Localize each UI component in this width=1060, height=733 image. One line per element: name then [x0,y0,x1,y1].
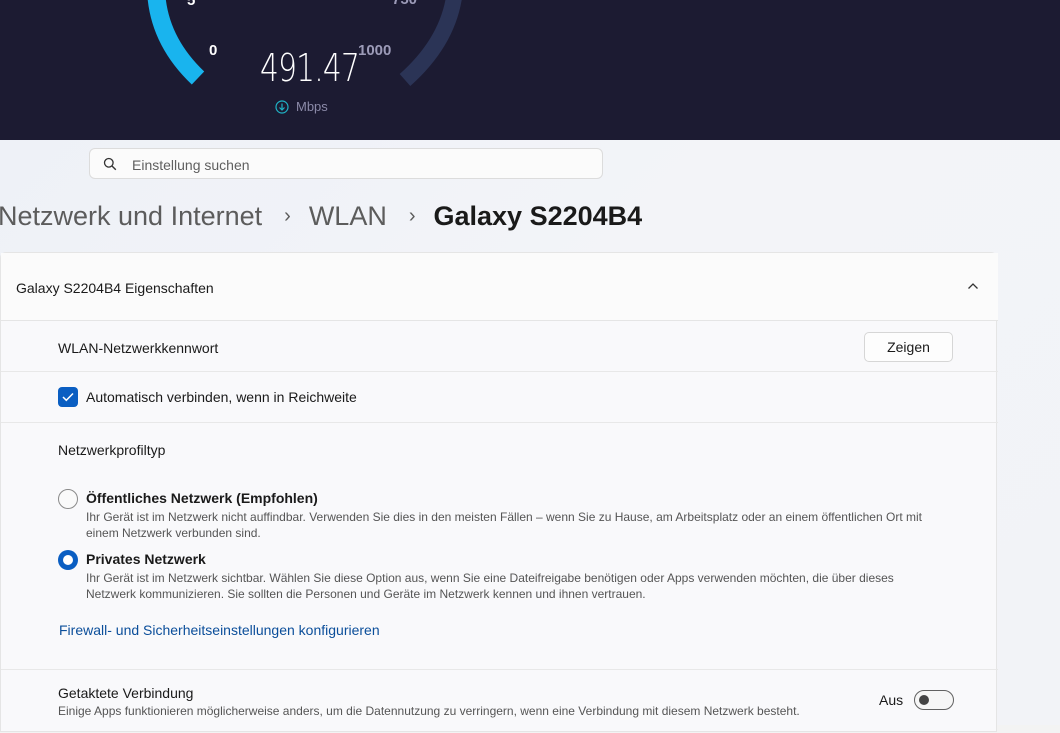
search-box[interactable] [89,148,603,180]
page-title: Galaxy S2204B4 [433,200,643,231]
settings-window: Netzwerk und Internet › WLAN › Galaxy S2… [0,140,1060,732]
metered-connection-desc: Einige Apps funktionieren möglicherweise… [58,704,800,718]
breadcrumb-item-wlan[interactable]: WLAN [309,201,387,232]
properties-title: Galaxy S2204B4 Eigenschaften [16,280,214,296]
auto-connect-row: Automatisch verbinden, wenn in Reichweit… [1,372,998,423]
properties-header[interactable]: Galaxy S2204B4 Eigenschaften [1,253,998,321]
auto-connect-checkbox[interactable] [58,387,78,407]
properties-card: Galaxy S2204B4 Eigenschaften WLAN-Netzwe… [0,252,998,733]
speed-value: 491.47 [260,46,360,90]
metered-toggle-state: Aus [879,692,904,708]
firewall-settings-link[interactable]: Firewall- und Sicherheitseinstellungen k… [59,622,380,638]
breadcrumb-item-network[interactable]: Netzwerk und Internet [0,201,262,232]
speed-unit: Mbps [296,99,328,114]
profile-type-section: Netzwerkprofiltyp Öffentliches Netzwerk … [1,423,998,670]
metered-connection-title: Getaktete Verbindung [58,685,194,701]
checkmark-icon [62,392,74,402]
speedtest-panel: 5 0 750 1000 491.47 Mbps [0,0,1060,140]
gauge-tick-0: 0 [209,42,218,59]
chevron-up-icon[interactable] [967,281,979,291]
auto-connect-label: Automatisch verbinden, wenn in Reichweit… [86,389,357,405]
public-network-title[interactable]: Öffentliches Netzwerk (Empfohlen) [86,490,318,506]
private-network-title[interactable]: Privates Netzwerk [86,551,206,567]
public-network-desc-line1: Ihr Gerät ist im Netzwerk nicht auffindb… [86,510,922,524]
gauge-tick-5: 5 [187,0,196,9]
search-input[interactable] [130,149,594,180]
chevron-right-icon: › [284,204,291,227]
search-icon [103,157,117,171]
chevron-right-icon: › [408,204,416,227]
speed-gauge [147,0,462,86]
gauge-progress-arc [147,0,205,85]
password-row: WLAN-Netzwerkkennwort Zeigen [1,321,998,372]
radio-private-network[interactable] [58,550,78,570]
gauge-tick-750: 750 [392,0,417,8]
private-network-desc-line1: Ihr Gerät ist im Netzwerk sichtbar. Wähl… [86,571,894,585]
gauge-tick-1000: 1000 [358,42,392,59]
metered-connection-toggle[interactable] [914,690,954,710]
public-network-desc-line2: einem Netzwerk verbunden sind. [86,526,261,540]
private-network-desc-line2: Netzwerk kommunizieren. Sie sollten die … [86,587,646,601]
password-label: WLAN-Netzwerkkennwort [58,340,219,356]
profile-type-heading: Netzwerkprofiltyp [58,442,166,458]
metered-connection-row: Getaktete Verbindung Einige Apps funktio… [1,670,998,733]
show-password-button[interactable]: Zeigen [864,332,953,362]
download-icon [275,100,289,114]
breadcrumb: Netzwerk und Internet › WLAN › Galaxy S2… [0,198,642,234]
radio-public-network[interactable] [58,489,78,509]
gauge-track-right [399,0,462,86]
